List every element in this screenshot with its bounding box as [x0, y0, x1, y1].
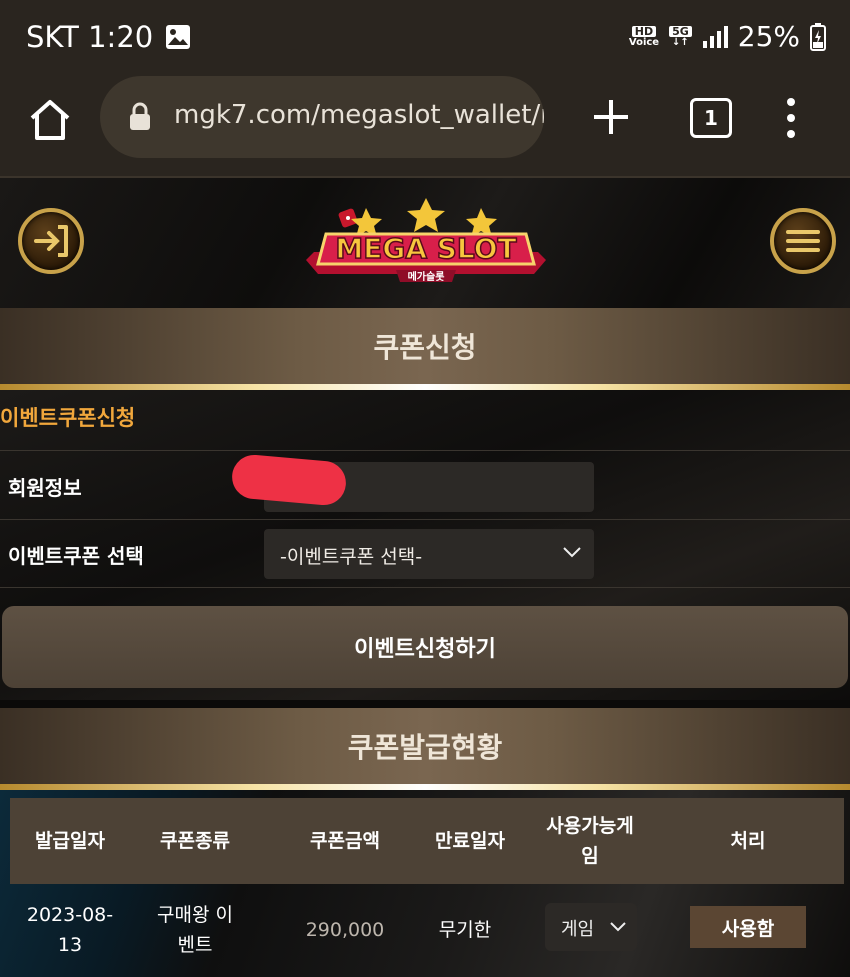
- th-expiry-date: 만료일자: [435, 830, 505, 852]
- coupon-status-title: 쿠폰발급현황: [347, 731, 503, 764]
- th-issue-date: 발급일자: [35, 830, 105, 852]
- logo-text: MEGA SLOT: [335, 232, 516, 265]
- coupon-status-title-bar: 쿠폰발급현황: [0, 708, 850, 784]
- browser-toolbar: mgk7.com/megaslot_wallet/m 1: [0, 76, 850, 178]
- status-bar: SKT 1:20 HD Voice 5G ↓↑ 25%: [0, 0, 850, 76]
- coupon-select-label: 이벤트쿠폰 선택: [8, 544, 144, 568]
- divider: [0, 587, 850, 588]
- logo-subtext: 메가슬롯: [408, 270, 445, 283]
- issue-date-cell: 2023-08- 13: [26, 904, 114, 956]
- th-available-game: 사용가능게 임: [546, 815, 634, 867]
- hd-voice-icon: HD Voice: [628, 24, 660, 48]
- chevron-down-icon: [563, 547, 581, 558]
- battery-charging-icon: [810, 22, 826, 51]
- coupon-apply-title: 쿠폰신청: [373, 331, 477, 364]
- divider: [0, 519, 850, 520]
- home-icon[interactable]: [28, 98, 72, 142]
- more-options-icon[interactable]: [784, 96, 798, 140]
- mega-slot-logo[interactable]: MEGA SLOT 메가슬롯: [306, 194, 546, 304]
- menu-button[interactable]: [770, 208, 836, 274]
- coupon-select-dropdown[interactable]: -이벤트쿠폰 선택-: [264, 529, 594, 579]
- carrier-time: SKT 1:20: [26, 20, 154, 54]
- lock-icon: [130, 102, 150, 130]
- address-bar[interactable]: mgk7.com/megaslot_wallet/m: [100, 76, 544, 158]
- table-header: 발급일자 쿠폰종류 쿠폰금액 만료일자 사용가능게 임 처리: [10, 798, 844, 884]
- hamburger-icon: [786, 230, 820, 252]
- th-coupon-type: 쿠폰종류: [160, 830, 230, 852]
- login-arrow-icon: [34, 225, 68, 257]
- member-info-label: 회원정보: [8, 476, 82, 500]
- event-coupon-heading: 이벤트쿠폰신청: [0, 406, 136, 430]
- divider: [0, 450, 850, 451]
- coupon-type-cell: 구매왕 이 벤트: [157, 904, 233, 956]
- login-button[interactable]: [18, 208, 84, 274]
- game-select-value: 게임: [561, 919, 595, 940]
- signal-icon: [702, 25, 728, 48]
- new-tab-icon[interactable]: [590, 96, 632, 138]
- chevron-down-icon: [610, 922, 626, 932]
- battery-percent: 25%: [737, 20, 800, 53]
- gallery-notification-icon: [166, 25, 191, 49]
- event-apply-button[interactable]: 이벤트신청하기: [2, 606, 848, 688]
- url-text: mgk7.com/megaslot_wallet/m: [174, 100, 544, 130]
- th-coupon-amount: 쿠폰금액: [310, 830, 380, 852]
- tab-switcher-button[interactable]: 1: [690, 98, 732, 138]
- th-action: 처리: [730, 830, 766, 852]
- site-header: MEGA SLOT 메가슬롯: [0, 178, 850, 308]
- coupon-amount-cell: 290,000: [305, 919, 385, 941]
- expiry-cell: 무기한: [438, 919, 492, 941]
- network-5g-icon: 5G ↓↑: [669, 25, 692, 48]
- game-select-dropdown[interactable]: 게임: [545, 903, 637, 951]
- use-coupon-button[interactable]: 사용함: [690, 906, 806, 948]
- coupon-apply-title-bar: 쿠폰신청: [0, 308, 850, 384]
- coupon-select-value: -이벤트쿠폰 선택-: [280, 546, 423, 568]
